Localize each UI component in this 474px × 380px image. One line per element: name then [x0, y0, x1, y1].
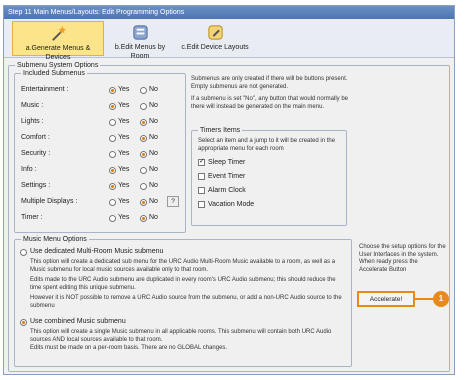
- submenu-label: Security :: [21, 150, 51, 157]
- submenu-label: Settings :: [21, 182, 51, 189]
- menu-edit-icon: [132, 25, 148, 40]
- tab-label: a.Generate Menus & Devices: [25, 45, 91, 61]
- timer-label: Vacation Mode: [208, 201, 255, 208]
- group-legend: Timers Items: [198, 126, 243, 135]
- no-label: No: [149, 166, 158, 173]
- option-label: Use dedicated Multi-Room Music submenu: [30, 248, 164, 255]
- no-label: No: [149, 150, 158, 157]
- info-text-2: If a submenu is set "No", any button tha…: [191, 96, 349, 110]
- group-legend: Included Submenus: [21, 69, 87, 78]
- step-badge: 1: [433, 291, 449, 307]
- no-label: No: [149, 198, 158, 205]
- yes-label: Yes: [118, 118, 130, 125]
- option2-para2: Edits must be made on a per-room basis. …: [30, 345, 228, 351]
- radio-no[interactable]: [140, 102, 147, 110]
- radio-yes[interactable]: [109, 166, 116, 174]
- option1-para1: This option will create a dedicated sub …: [30, 259, 336, 273]
- tab-label: c.Edit Device Layouts: [181, 44, 249, 51]
- included-submenus: Included Submenus Entertainment : Yes No Mu…: [14, 69, 186, 233]
- radio-yes[interactable]: [109, 198, 116, 206]
- radio-yes[interactable]: [109, 150, 116, 158]
- submenu-label: Comfort :: [21, 134, 50, 141]
- radio-dedicated[interactable]: [20, 248, 27, 256]
- timer-label: Sleep Timer: [208, 159, 246, 166]
- no-label: No: [149, 214, 158, 221]
- radio-no[interactable]: [140, 150, 147, 158]
- radio-no[interactable]: [140, 182, 147, 190]
- tab-generate-menus[interactable]: a.Generate Menus & Devices: [12, 21, 104, 61]
- layout-edit-icon: [207, 25, 223, 40]
- window-title: Step 11 Main Menus/Layouts: Edit Program…: [4, 6, 454, 19]
- radio-yes[interactable]: [109, 134, 116, 142]
- tab-label: b.Edit Menus by Room: [114, 44, 166, 60]
- radio-yes[interactable]: [109, 214, 116, 222]
- submenu-label: Entertainment :: [21, 86, 69, 93]
- yes-label: Yes: [118, 86, 130, 93]
- timers-items: Timers Items Select an item and a jump t…: [191, 126, 347, 226]
- option1-para2: Edits made to the URC Audio submenu are …: [30, 277, 336, 291]
- submenu-label: Lights :: [21, 118, 44, 125]
- timer-checkbox[interactable]: [198, 173, 205, 180]
- yes-label: Yes: [118, 182, 130, 189]
- radio-no[interactable]: [140, 134, 147, 142]
- group-legend: Music Menu Options: [21, 235, 89, 244]
- no-label: No: [149, 118, 158, 125]
- radio-no[interactable]: [140, 86, 147, 94]
- radio-no[interactable]: [140, 214, 147, 222]
- accelerate-button[interactable]: Accelerate!: [357, 291, 415, 307]
- help-button[interactable]: ?: [167, 196, 179, 207]
- yes-label: Yes: [118, 102, 130, 109]
- option2-para1: This option will create a single Music s…: [30, 329, 332, 343]
- radio-combined[interactable]: [20, 318, 27, 326]
- timer-label: Event Timer: [208, 173, 246, 180]
- radio-yes[interactable]: [109, 102, 116, 110]
- submenu-label: Music :: [21, 102, 44, 109]
- submenu-label: Info :: [21, 166, 37, 173]
- submenu-label: Timer :: [21, 214, 43, 221]
- radio-no[interactable]: [140, 198, 147, 206]
- yes-label: Yes: [118, 214, 130, 221]
- no-label: No: [149, 182, 158, 189]
- radio-no[interactable]: [140, 118, 147, 126]
- badge-connector: [415, 298, 433, 300]
- radio-no[interactable]: [140, 166, 147, 174]
- yes-label: Yes: [118, 134, 130, 141]
- radio-yes[interactable]: [109, 118, 116, 126]
- tab-edit-layouts[interactable]: c.Edit Device Layouts: [176, 21, 254, 56]
- setup-hint: Choose the setup options for the User In…: [359, 244, 446, 273]
- timer-checkbox[interactable]: [198, 157, 205, 167]
- option1-para3: However it is NOT possible to remove a U…: [30, 295, 342, 309]
- submenu-system-options: Submenu System Options Included Submenus…: [8, 61, 450, 372]
- radio-yes[interactable]: [109, 182, 116, 190]
- no-label: No: [149, 134, 158, 141]
- submenu-label: Multiple Displays :: [21, 198, 78, 205]
- tab-bar: a.Generate Menus & Devices b.Edit Menus …: [4, 19, 454, 61]
- timer-label: Alarm Clock: [208, 187, 246, 194]
- window: Step 11 Main Menus/Layouts: Edit Program…: [3, 5, 455, 375]
- yes-label: Yes: [118, 150, 130, 157]
- timer-checkbox[interactable]: [198, 187, 205, 194]
- option-label: Use combined Music submenu: [30, 318, 126, 325]
- timer-checkbox[interactable]: [198, 201, 205, 208]
- yes-label: Yes: [118, 198, 130, 205]
- no-label: No: [149, 102, 158, 109]
- yes-label: Yes: [118, 166, 130, 173]
- tab-edit-menus[interactable]: b.Edit Menus by Room: [106, 21, 174, 60]
- music-menu-options: Music Menu Options Use dedicated Multi-R…: [14, 235, 352, 367]
- radio-yes[interactable]: [109, 86, 116, 94]
- wand-icon: [51, 25, 66, 41]
- no-label: No: [149, 86, 158, 93]
- timers-description: Select an item and a jump to it will be …: [198, 138, 336, 152]
- info-text-1: Submenus are only created if there will …: [191, 76, 348, 90]
